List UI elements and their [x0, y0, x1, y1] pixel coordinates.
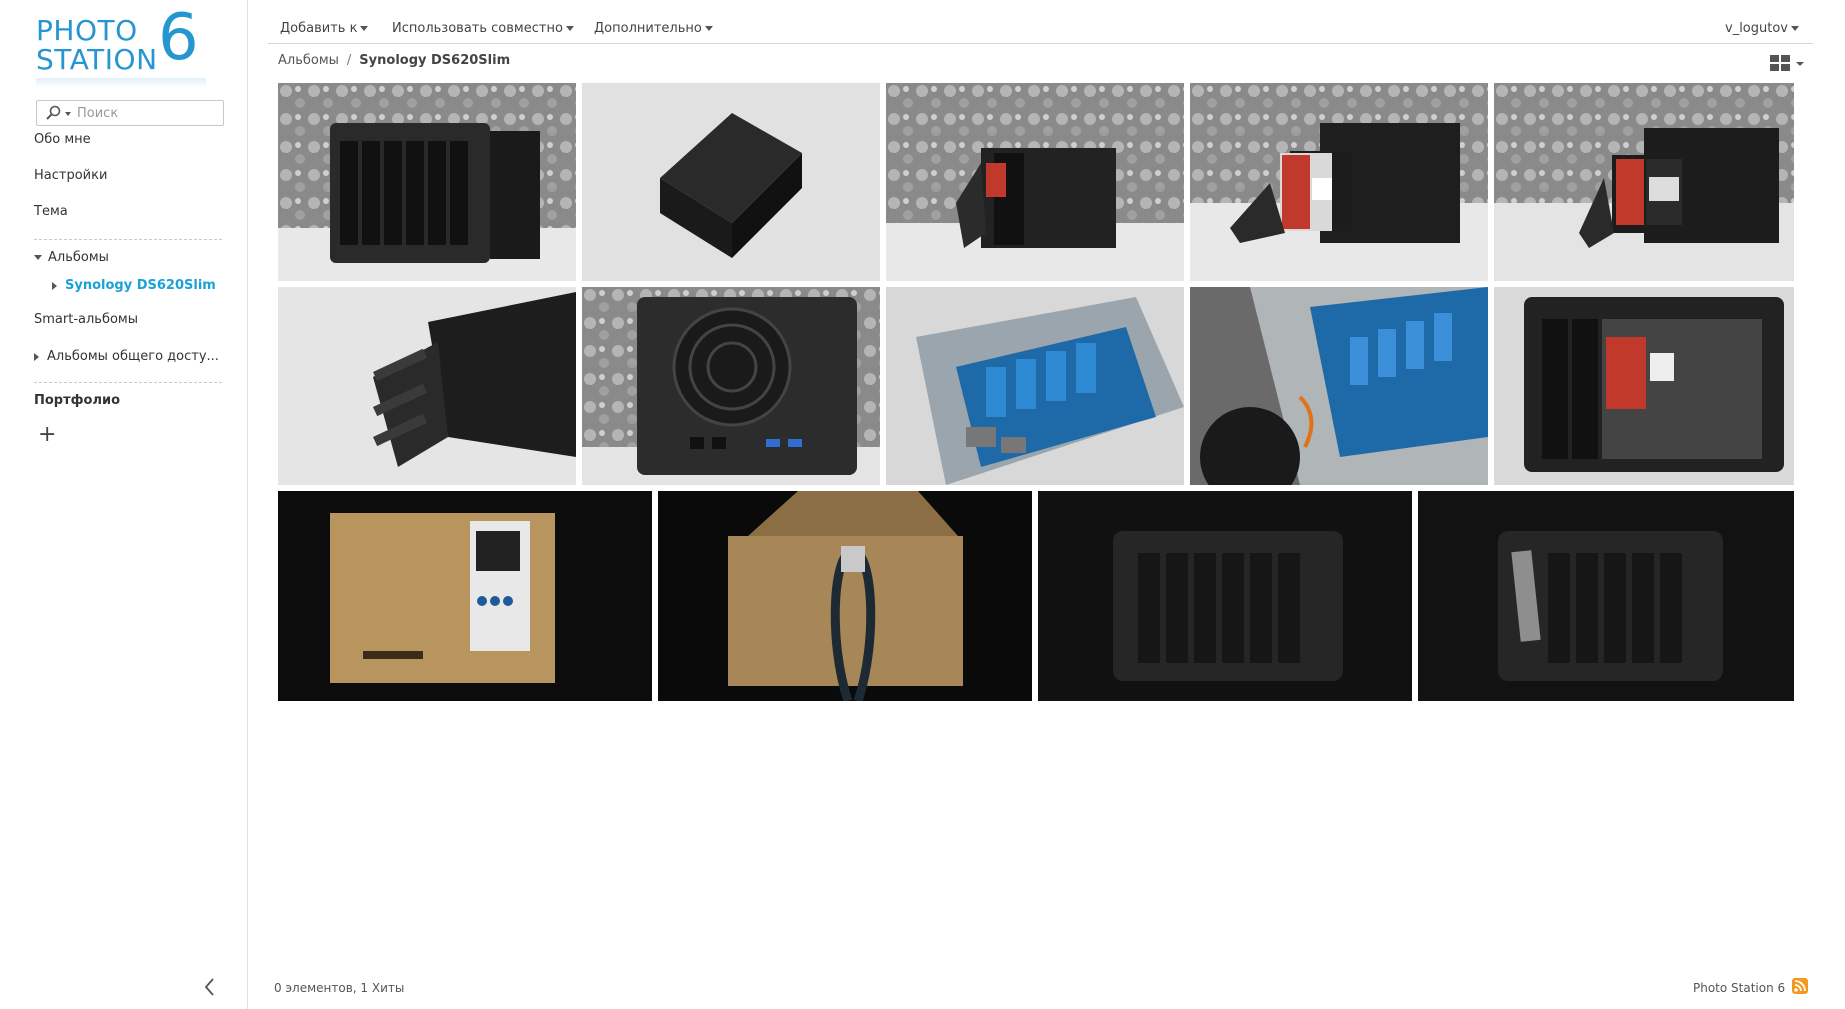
user-menu[interactable]: v_logutov [1725, 21, 1799, 36]
dropdown-caret-icon [565, 26, 574, 31]
photo-thumbnail[interactable] [1494, 83, 1794, 281]
photo-thumbnail[interactable] [1494, 287, 1794, 485]
menu-more-label: Дополнительно [594, 21, 702, 36]
dropdown-caret-icon [1791, 26, 1799, 31]
collapse-sidebar-chevron-left-icon[interactable] [202, 976, 218, 998]
nav-albums[interactable]: Альбомы [34, 250, 109, 265]
photo-thumbnail[interactable] [886, 287, 1184, 485]
photo-thumbnail[interactable] [278, 287, 576, 485]
collapsed-triangle-icon[interactable] [34, 352, 39, 361]
photo-thumbnail[interactable] [1038, 491, 1412, 701]
rss-feed-icon[interactable] [1792, 978, 1808, 994]
nav-shared-albums[interactable]: Альбомы общего досту... [34, 349, 219, 364]
menu-add-to[interactable]: Добавить к [280, 21, 369, 36]
nav-portfolio[interactable]: Портфолио [34, 393, 120, 408]
photo-station-logo[interactable]: PHOTO STATION 6 [36, 6, 206, 88]
expanded-triangle-icon[interactable] [34, 255, 42, 260]
user-name: v_logutov [1725, 21, 1788, 36]
footer-brand: Photo Station 6 [1693, 981, 1786, 995]
search-options-caret-icon[interactable] [65, 112, 71, 116]
logo-line-1: PHOTO [36, 14, 138, 47]
search-box[interactable] [36, 100, 224, 126]
nav-smart-albums[interactable]: Smart-альбомы [34, 312, 138, 327]
sidebar-divider [34, 239, 222, 240]
menu-share[interactable]: Использовать совместно [392, 21, 574, 36]
nav-theme[interactable]: Тема [34, 204, 68, 219]
dropdown-caret-icon [360, 26, 369, 31]
nav-shared-albums-label: Альбомы общего досту... [47, 349, 219, 364]
add-portfolio-plus-icon[interactable]: + [38, 424, 56, 446]
logo-reflection [36, 78, 206, 88]
nav-about[interactable]: Обо мне [34, 132, 91, 147]
breadcrumb-separator: / [346, 53, 352, 68]
photo-thumbnail[interactable] [1418, 491, 1794, 701]
menu-add-to-label: Добавить к [280, 21, 358, 36]
nav-settings[interactable]: Настройки [34, 168, 107, 183]
breadcrumb-root[interactable]: Альбомы [278, 53, 339, 68]
sidebar: PHOTO STATION 6 Обо мне Настройки Тема А… [0, 0, 248, 1009]
search-input[interactable] [77, 104, 217, 122]
nav-current-album-label: Synology DS620Slim [65, 278, 216, 293]
search-icon[interactable] [44, 105, 64, 121]
sidebar-divider [34, 382, 222, 383]
photo-thumbnail[interactable] [582, 287, 880, 485]
logo-version: 6 [158, 1, 199, 75]
collapsed-triangle-icon[interactable] [52, 281, 57, 290]
menu-more[interactable]: Дополнительно [594, 21, 713, 36]
photo-thumbnail[interactable] [278, 83, 576, 281]
menu-share-label: Использовать совместно [392, 21, 563, 36]
nav-current-album[interactable]: Synology DS620Slim [52, 278, 216, 293]
logo-line-2: STATION [36, 43, 158, 76]
photo-thumbnail[interactable] [886, 83, 1184, 281]
breadcrumb-current: Synology DS620Slim [359, 53, 511, 68]
photo-thumbnail[interactable] [278, 491, 652, 701]
photo-thumbnail[interactable] [1190, 83, 1488, 281]
item-stats: 0 элементов, 1 Хиты [274, 981, 405, 995]
photo-thumbnail[interactable] [658, 491, 1032, 701]
view-mode-grid-icon[interactable] [1770, 54, 1808, 72]
photo-thumbnail[interactable] [1190, 287, 1488, 485]
dropdown-caret-icon [704, 26, 713, 31]
photo-thumbnail[interactable] [582, 83, 880, 281]
nav-albums-label: Альбомы [48, 250, 109, 265]
breadcrumb: Альбомы / Synology DS620Slim [278, 53, 510, 68]
